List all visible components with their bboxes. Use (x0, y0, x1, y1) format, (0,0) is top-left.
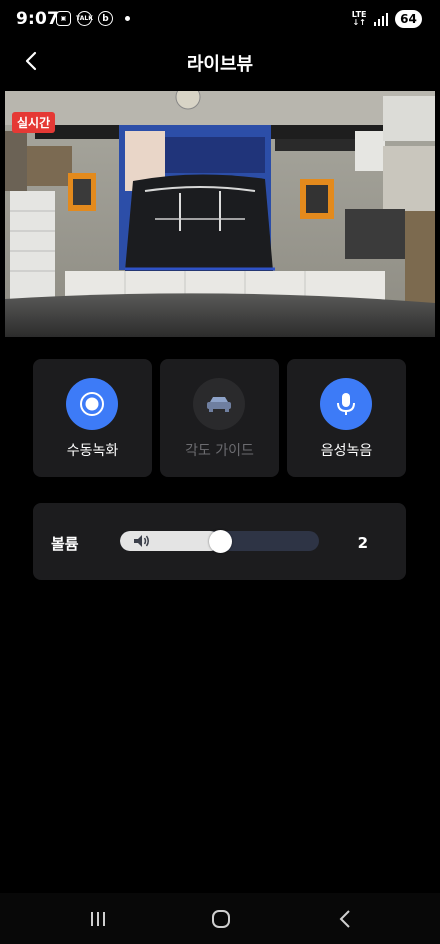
manual-record-button[interactable]: 수동녹화 (33, 359, 152, 477)
talk-icon: TALK (76, 11, 93, 26)
b-app-icon: b (98, 11, 113, 26)
live-badge: 실시간 (12, 112, 56, 133)
car-icon (207, 397, 231, 412)
microphone-icon (337, 393, 355, 415)
live-camera-view[interactable]: 실시간 (5, 91, 435, 337)
volume-label: 볼륨 (51, 535, 79, 553)
home-button[interactable] (207, 907, 235, 931)
recents-button[interactable] (84, 907, 112, 931)
volume-slider-thumb[interactable] (209, 530, 232, 553)
speaker-icon (134, 535, 149, 547)
status-bar: 9:07 ▣ TALK b LTE ↓↑ 64 (0, 0, 440, 38)
record-icon (80, 392, 104, 416)
more-notifications-dot (125, 16, 130, 21)
volume-card: 볼륨 2 (33, 503, 406, 580)
system-nav-bar (0, 893, 440, 944)
home-icon (212, 910, 230, 928)
angle-guide-button[interactable]: 각도 가이드 (160, 359, 279, 477)
voice-record-button[interactable]: 음성녹음 (287, 359, 406, 477)
voice-record-circle (320, 378, 372, 430)
volume-value: 2 (357, 534, 368, 552)
manual-record-label: 수동녹화 (66, 443, 119, 459)
voice-record-label: 음성녹음 (320, 443, 373, 459)
angle-guide-circle (193, 378, 245, 430)
page-title: 라이브뷰 (186, 54, 254, 75)
status-notification-icons: ▣ TALK b (56, 11, 130, 26)
live-camera-image (5, 91, 435, 337)
manual-record-circle (66, 378, 118, 430)
signal-icon (373, 12, 388, 26)
back-icon (339, 910, 350, 928)
angle-guide-label: 각도 가이드 (185, 443, 254, 459)
back-nav-button[interactable] (331, 907, 359, 931)
app-header: 라이브뷰 (0, 40, 440, 84)
network-type: LTE ↓↑ (351, 10, 367, 27)
screenshot-icon: ▣ (56, 11, 71, 26)
status-time: 9:07 (16, 9, 60, 29)
battery-level: 64 (395, 10, 422, 28)
recents-icon (91, 912, 105, 926)
